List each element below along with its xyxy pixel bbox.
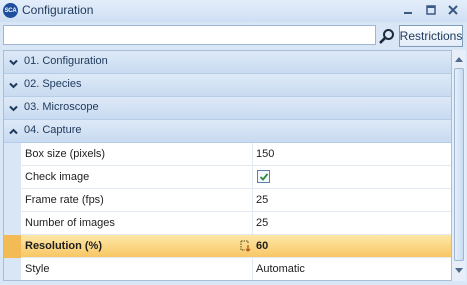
- column-divider: [252, 143, 253, 165]
- vertical-scrollbar[interactable]: [452, 50, 466, 281]
- category-microscope[interactable]: 03. Microscope: [4, 97, 451, 120]
- category-label: 02. Species: [24, 78, 82, 90]
- row-indent: [4, 212, 21, 235]
- app-logo-icon: SCA: [3, 3, 18, 18]
- title-bar[interactable]: SCA Configuration: [0, 0, 467, 22]
- checkmark-icon: [259, 172, 268, 181]
- arrow-up-icon: [455, 57, 463, 62]
- property-name: Number of images: [25, 217, 115, 229]
- property-row-box-size[interactable]: Box size (pixels) 150: [4, 143, 451, 166]
- chevron-down-icon[interactable]: [7, 56, 19, 68]
- property-name: Check image: [25, 171, 90, 183]
- restrictions-button[interactable]: Restrictions: [399, 25, 463, 47]
- search-icon: [379, 29, 394, 44]
- column-divider: [252, 166, 253, 188]
- property-grid: 01. Configuration 02. Species 03. Micros…: [3, 50, 452, 281]
- configuration-window: SCA Configuration Restrictions 01. Confi…: [0, 0, 467, 285]
- category-capture[interactable]: 04. Capture: [4, 120, 451, 143]
- property-value[interactable]: 60: [256, 240, 436, 252]
- close-button[interactable]: [444, 2, 462, 18]
- scroll-down-button[interactable]: [452, 264, 466, 278]
- maximize-button[interactable]: [422, 2, 440, 18]
- property-value[interactable]: 150: [256, 148, 436, 160]
- property-name: Style: [25, 263, 50, 275]
- scroll-up-button[interactable]: [452, 52, 466, 66]
- category-label: 04. Capture: [24, 124, 82, 136]
- chevron-down-icon[interactable]: [7, 79, 19, 91]
- maximize-icon: [426, 5, 436, 15]
- property-row-style[interactable]: Style Automatic: [4, 258, 451, 280]
- window-title: Configuration: [22, 3, 94, 17]
- column-divider: [252, 212, 253, 234]
- arrow-down-icon: [455, 268, 463, 273]
- column-divider: [252, 189, 253, 211]
- close-icon: [448, 5, 458, 15]
- search-button[interactable]: [377, 25, 397, 47]
- edit-value-icon[interactable]: [240, 240, 252, 252]
- property-value[interactable]: 25: [256, 194, 436, 206]
- chevron-down-icon[interactable]: [7, 102, 19, 114]
- category-species[interactable]: 02. Species: [4, 74, 451, 97]
- minimize-button[interactable]: [399, 2, 417, 18]
- check-image-checkbox[interactable]: [257, 170, 270, 183]
- category-label: 01. Configuration: [24, 55, 108, 67]
- search-input[interactable]: [3, 25, 376, 45]
- search-toolbar: Restrictions: [0, 24, 467, 50]
- property-row-frame-rate[interactable]: Frame rate (fps) 25: [4, 189, 451, 212]
- property-value[interactable]: 25: [256, 217, 436, 229]
- row-indent: [4, 189, 21, 212]
- chevron-up-icon[interactable]: [7, 125, 19, 137]
- row-indent: [4, 166, 21, 189]
- minimize-icon: [404, 12, 412, 14]
- scrollbar-thumb[interactable]: [454, 68, 464, 261]
- row-indent: [4, 143, 21, 166]
- property-value[interactable]: Automatic: [256, 263, 436, 275]
- property-row-check-image[interactable]: Check image: [4, 166, 451, 189]
- category-configuration[interactable]: 01. Configuration: [4, 51, 451, 74]
- row-indent: [4, 258, 21, 280]
- category-label: 03. Microscope: [24, 101, 99, 113]
- property-row-resolution[interactable]: Resolution (%) 60: [4, 235, 451, 258]
- column-divider: [252, 235, 253, 257]
- property-name: Box size (pixels): [25, 148, 106, 160]
- row-indent: [4, 235, 21, 258]
- property-name: Resolution (%): [25, 240, 102, 252]
- column-divider: [252, 258, 253, 280]
- property-row-number-of-images[interactable]: Number of images 25: [4, 212, 451, 235]
- property-name: Frame rate (fps): [25, 194, 104, 206]
